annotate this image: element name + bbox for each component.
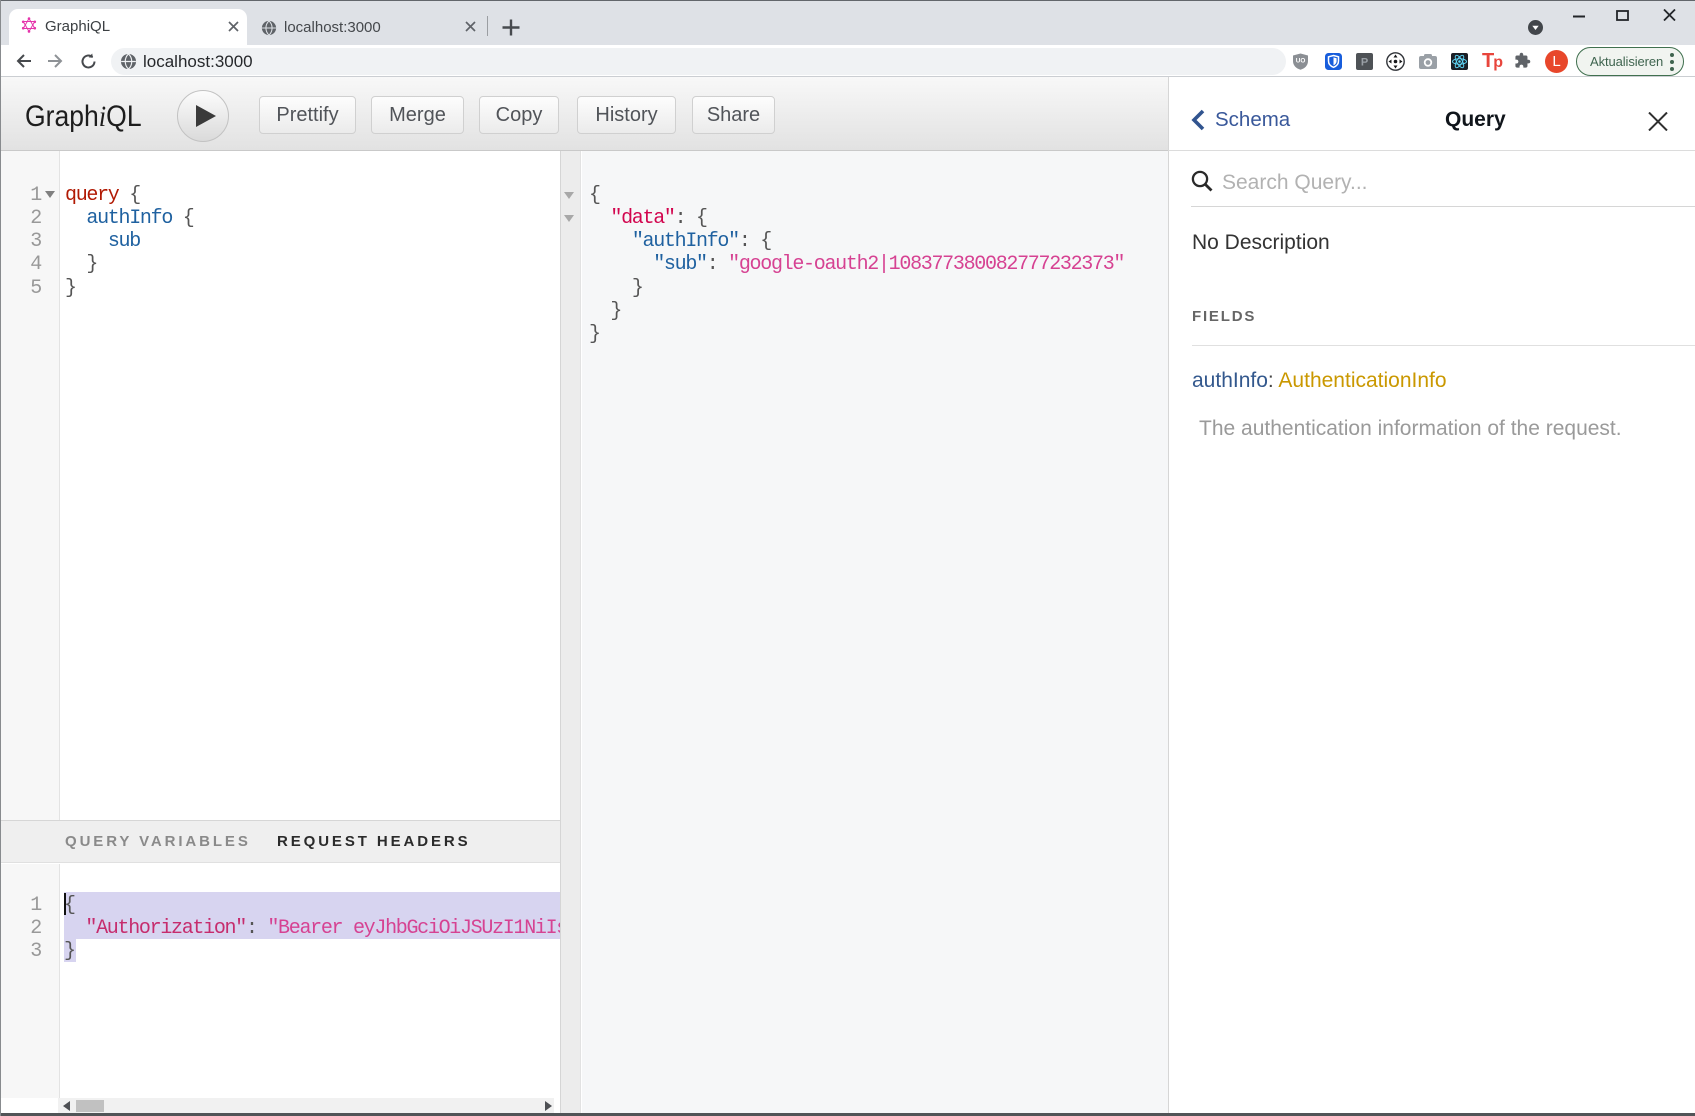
svg-text:UO: UO [1296, 58, 1306, 65]
svg-text:P: P [1361, 57, 1368, 69]
